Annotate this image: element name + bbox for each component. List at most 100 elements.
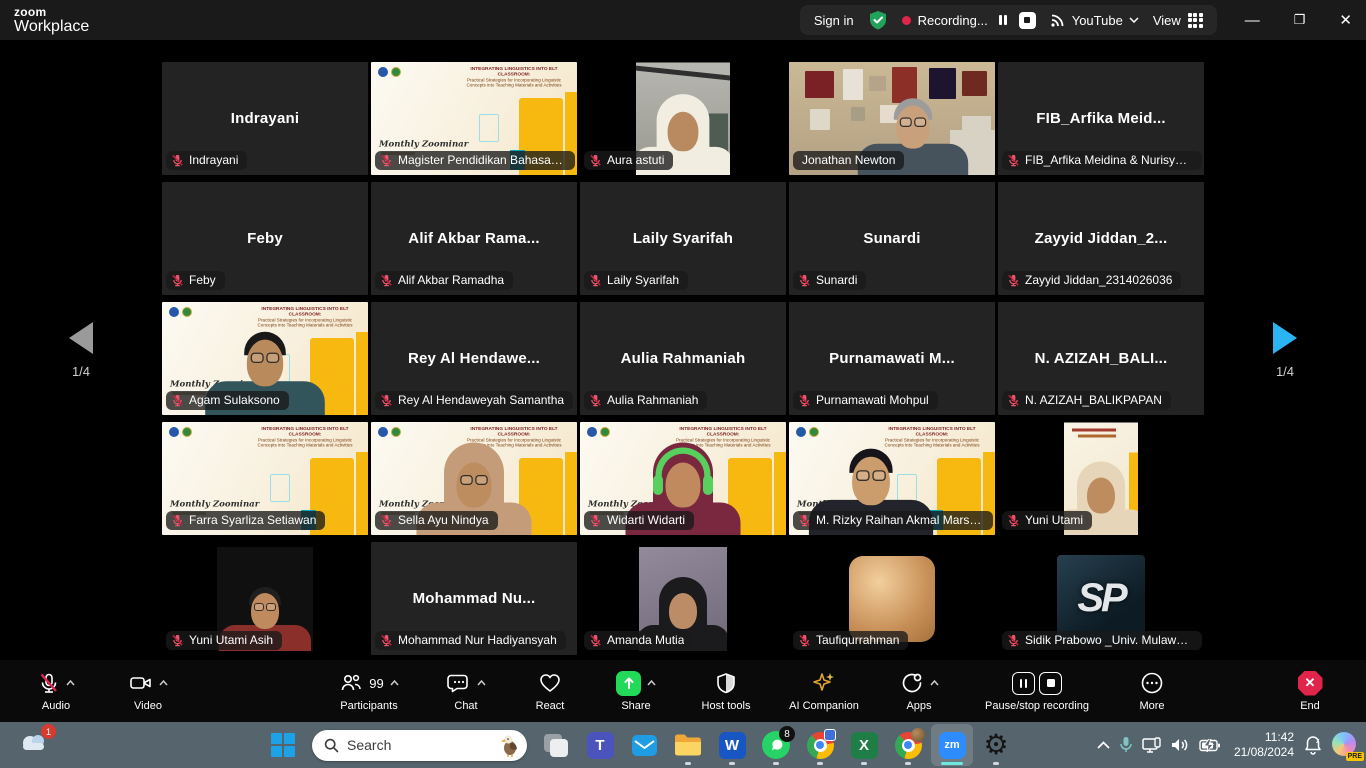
close-button[interactable]: ✕ (1339, 11, 1352, 29)
participant-name: Alif Akbar Ramadha (398, 273, 504, 287)
previous-page-arrow-icon[interactable] (69, 322, 93, 354)
name-label-pill: Laily Syarifah (584, 271, 688, 290)
restore-button[interactable]: ❐ (1294, 12, 1306, 28)
participant-tile[interactable]: Jonathan Newton (789, 62, 995, 175)
participant-tile[interactable]: Aulia RahmaniahAulia Rahmaniah (580, 302, 786, 415)
taskbar-search[interactable]: Search (312, 730, 527, 761)
name-label-pill: Sunardi (793, 271, 866, 290)
ai-companion-button[interactable]: AI Companion (772, 660, 876, 722)
participant-tile[interactable]: INTEGRATING LINGUISTICS INTO ELT CLASSRO… (371, 422, 577, 535)
participant-tile[interactable]: Alif Akbar Rama...Alif Akbar Ramadha (371, 182, 577, 295)
sign-in-button[interactable]: Sign in (814, 13, 854, 28)
video-button[interactable]: Video (102, 660, 194, 722)
file-explorer-button[interactable] (667, 724, 709, 766)
whatsapp-button[interactable]: 8 (755, 724, 797, 766)
participant-tile[interactable]: Laily SyarifahLaily Syarifah (580, 182, 786, 295)
zoom-meeting-window: zoom Workplace Sign in Recording... (0, 0, 1366, 768)
participant-tile[interactable]: INTEGRATING LINGUISTICS INTO ELT CLASSRO… (162, 302, 368, 415)
participant-tile[interactable]: Rey Al Hendawe...Rey Al Hendaweyah Saman… (371, 302, 577, 415)
pause-stop-recording-button[interactable]: Pause/stop recording (962, 660, 1112, 722)
tray-volume-icon[interactable] (1171, 737, 1190, 753)
participant-tile[interactable]: N. AZIZAH_BALI...N. AZIZAH_BALIKPAPAN (998, 302, 1204, 415)
word-app-button[interactable]: W (711, 724, 753, 766)
pause-recording-button[interactable] (1012, 672, 1035, 695)
chat-button[interactable]: Chat (424, 660, 508, 722)
participant-tile[interactable]: INTEGRATING LINGUISTICS INTO ELT CLASSRO… (162, 422, 368, 535)
pause-recording-icon[interactable] (995, 12, 1012, 29)
share-button[interactable]: Share (592, 660, 680, 722)
name-label-pill: M. Rizky Raihan Akmal Marsudi (793, 511, 993, 530)
tray-mic-icon[interactable] (1119, 736, 1133, 754)
start-button[interactable] (262, 724, 304, 766)
video-options-caret[interactable] (159, 680, 168, 686)
audio-button[interactable]: Audio (10, 660, 102, 722)
audio-options-caret[interactable] (66, 680, 75, 686)
teams-app-button[interactable]: T (579, 724, 621, 766)
participants-icon (339, 672, 363, 694)
participant-tile[interactable]: Aura astuti (580, 62, 786, 175)
participants-button[interactable]: 99 Participants (314, 660, 424, 722)
participant-tile[interactable]: Yuni Utami Asih (162, 542, 368, 655)
minimize-button[interactable]: — (1245, 12, 1260, 29)
participants-options-caret[interactable] (390, 680, 399, 686)
task-view-button[interactable] (535, 724, 577, 766)
settings-button[interactable]: ⚙ (975, 724, 1017, 766)
participant-tile[interactable]: Purnamawati M...Purnamawati Mohpul (789, 302, 995, 415)
name-label-pill: Zayyid Jiddan_2314026036 (1002, 271, 1181, 290)
chevron-down-icon (1129, 17, 1139, 23)
participant-name: Sunardi (816, 273, 857, 287)
chrome-profile-button[interactable] (887, 724, 929, 766)
participant-name: Taufiqurrahman (816, 633, 899, 647)
host-tools-button[interactable]: Host tools (680, 660, 772, 722)
notification-bell-icon[interactable]: z (1303, 735, 1323, 755)
muted-mic-icon (171, 274, 184, 287)
share-options-caret[interactable] (647, 680, 656, 686)
stop-recording-icon[interactable] (1019, 12, 1036, 29)
name-label-pill: Indrayani (166, 151, 247, 170)
chrome-button[interactable] (799, 724, 841, 766)
participant-tile[interactable]: FIB_Arfika Meid...FIB_Arfika Meidina & N… (998, 62, 1204, 175)
live-stream-menu[interactable]: YouTube (1050, 12, 1139, 28)
view-button[interactable]: View (1153, 13, 1203, 28)
chat-options-caret[interactable] (477, 680, 486, 686)
notification-badge: 1 (41, 724, 56, 739)
stop-recording-button[interactable] (1039, 672, 1062, 695)
muted-mic-icon (380, 514, 393, 527)
participant-tile[interactable]: SunardiSunardi (789, 182, 995, 295)
react-button[interactable]: React (508, 660, 592, 722)
zoom-app-button[interactable]: zm (931, 724, 973, 766)
participant-tile[interactable]: Taufiqurrahman (789, 542, 995, 655)
excel-icon: X (851, 732, 878, 759)
apps-options-caret[interactable] (930, 680, 939, 686)
participant-tile[interactable]: Zayyid Jiddan_2...Zayyid Jiddan_23140260… (998, 182, 1204, 295)
muted-mic-icon (380, 274, 393, 287)
more-button[interactable]: More (1112, 660, 1192, 722)
tray-battery-icon[interactable] (1199, 739, 1221, 752)
participant-tile[interactable]: INTEGRATING LINGUISTICS INTO ELT CLASSRO… (371, 62, 577, 175)
excel-app-button[interactable]: X (843, 724, 885, 766)
participant-tile[interactable]: IndrayaniIndrayani (162, 62, 368, 175)
end-meeting-icon: ✕ (1298, 671, 1323, 696)
apps-button[interactable]: Apps (876, 660, 962, 722)
word-icon: W (719, 732, 746, 759)
next-page-arrow-icon[interactable] (1273, 322, 1297, 354)
participant-tile[interactable]: Yuni Utami (998, 422, 1204, 535)
security-shield-icon[interactable] (868, 10, 888, 30)
name-label-pill: Aulia Rahmaniah (584, 391, 707, 410)
participant-tile[interactable]: INTEGRATING LINGUISTICS INTO ELT CLASSRO… (789, 422, 995, 535)
end-button[interactable]: ✕ End (1270, 660, 1350, 722)
participant-tile[interactable]: SPSidik Prabowo _Univ. Mulawar... (998, 542, 1204, 655)
muted-mic-icon (589, 514, 602, 527)
recording-dot-icon (902, 16, 911, 25)
mail-app-button[interactable] (623, 724, 665, 766)
taskbar-clock[interactable]: 11:42 21/08/2024 (1234, 730, 1294, 760)
participant-tile[interactable]: INTEGRATING LINGUISTICS INTO ELT CLASSRO… (580, 422, 786, 535)
copilot-icon[interactable]: PRE (1332, 732, 1358, 758)
tray-display-icon[interactable] (1142, 737, 1162, 754)
participant-tile[interactable]: FebyFeby (162, 182, 368, 295)
participant-tile[interactable]: Mohammad Nu...Mohammad Nur Hadiyansyah (371, 542, 577, 655)
participant-tile[interactable]: Amanda Mutia (580, 542, 786, 655)
weather-widget[interactable]: 1 (18, 727, 54, 763)
tray-expand-caret[interactable] (1097, 741, 1110, 749)
participant-name: Sidik Prabowo _Univ. Mulawar... (1025, 633, 1193, 647)
